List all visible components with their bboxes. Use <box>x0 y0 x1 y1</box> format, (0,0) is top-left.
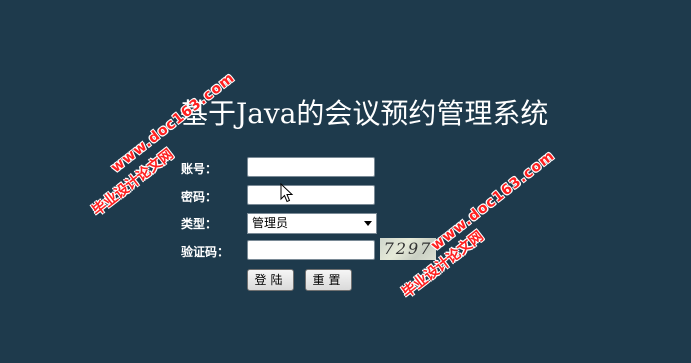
watermark-url-right: www.doc163.com <box>428 147 558 254</box>
type-selected-value: 管理员 <box>252 216 289 230</box>
password-label: 密码： <box>181 190 218 204</box>
account-input[interactable] <box>247 157 375 177</box>
captcha-label: 验证码： <box>181 245 230 259</box>
login-button[interactable]: 登陆 <box>247 269 294 291</box>
account-label: 账号： <box>181 162 218 176</box>
mouse-cursor-icon <box>280 183 294 203</box>
reset-button[interactable]: 重置 <box>305 269 352 291</box>
type-select[interactable]: 管理员 <box>247 213 377 234</box>
captcha-image[interactable]: 7297 <box>380 238 436 260</box>
password-input[interactable] <box>247 185 375 205</box>
chevron-down-icon <box>364 221 372 226</box>
type-label: 类型： <box>181 217 218 231</box>
page-title: 基于Java的会议预约管理系统 <box>180 97 549 130</box>
watermark-site-name-left: 毕业设计论文网 <box>89 146 177 220</box>
captcha-input[interactable] <box>247 240 375 260</box>
